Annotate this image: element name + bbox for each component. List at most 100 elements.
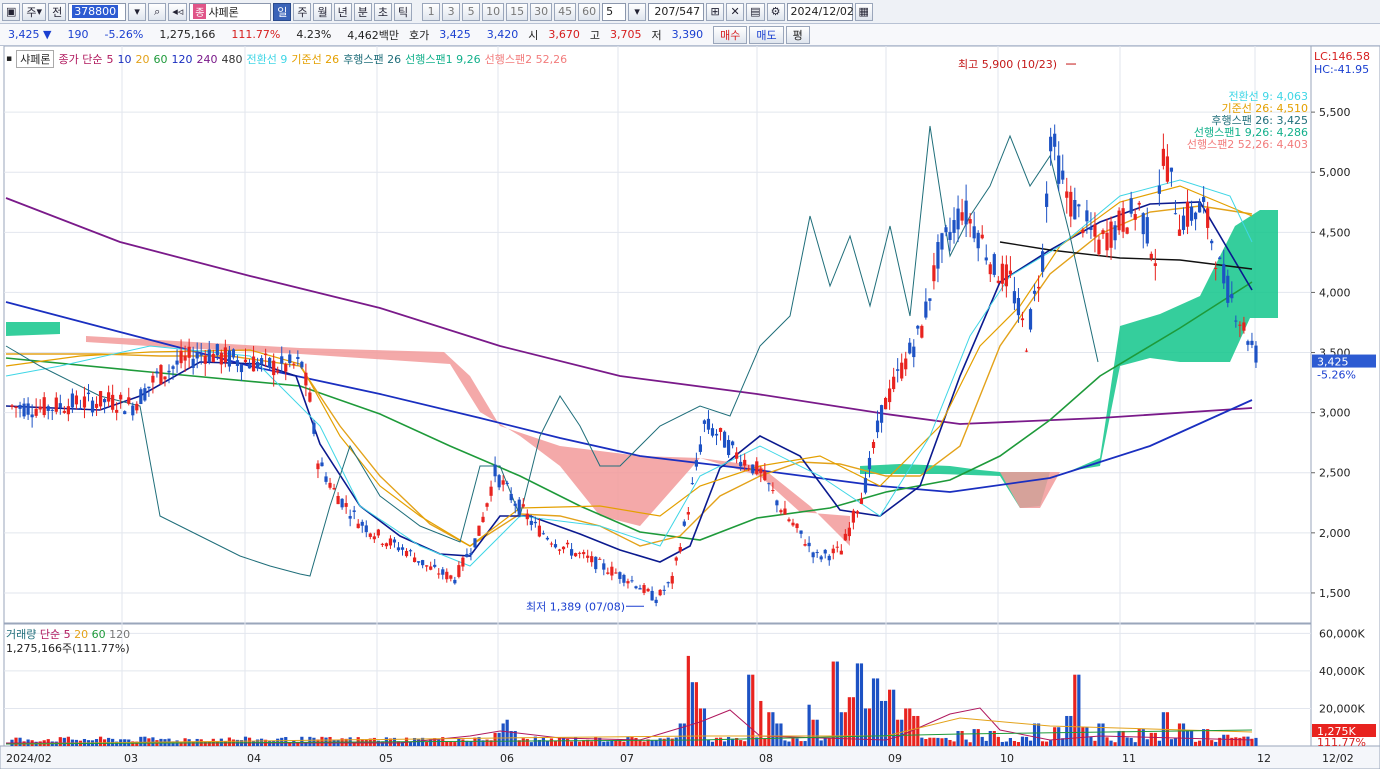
legend-senkou2[interactable]: 선행스팬2 52,26 [485,51,567,67]
volume-bar [107,737,111,746]
price-tick-label: 5,500 [1319,106,1351,119]
interval-5[interactable]: 5 [462,2,481,21]
candle-body [855,511,860,514]
candle-body [1222,263,1226,284]
volume-bar [1202,729,1206,746]
candle-body [1185,201,1190,227]
period-second[interactable]: 초 [373,2,392,21]
eval-button[interactable]: 평 [785,25,810,44]
legend-ma-label[interactable]: 종가 단순 [58,51,102,67]
cross-icon[interactable]: ✕ [726,2,745,21]
count-field[interactable]: 207/547 [648,2,705,21]
candle-body [513,503,517,506]
legend-handle-icon[interactable]: ▪ [6,54,12,64]
gear-icon[interactable]: ⚙ [766,2,785,21]
buy-button[interactable]: 매수 [713,25,748,44]
candle-body [332,488,336,490]
calendar-icon[interactable]: ▦ [854,2,873,21]
candle-body [811,552,815,558]
volume-bar [1177,723,1182,746]
candle-body [1097,239,1101,255]
interval-1[interactable]: 1 [422,2,441,21]
candle-body [62,410,66,413]
interval-10[interactable]: 10 [482,2,505,21]
candle-body [980,234,984,239]
stock-name-field[interactable]: 종 샤페론 [189,2,272,21]
candle-body [1254,345,1258,363]
legend-ma240[interactable]: 240 [196,53,217,66]
layout-icon[interactable]: ▣ [2,2,21,21]
open-price: 3,670 [548,28,580,41]
search-icon[interactable]: ⌕ [148,2,167,21]
period-tick[interactable]: 틱 [393,2,413,21]
save-icon[interactable]: ▤ [746,2,765,21]
period-day[interactable]: 일 [273,2,292,21]
volume-bar [831,661,835,746]
stock-code-input[interactable]: 378800 [68,2,127,21]
volume-bar [505,719,509,746]
volume-bar [1234,737,1238,746]
candle-body [123,411,127,415]
candle-body [175,360,179,365]
volume-bar [811,719,815,746]
volume-bar [759,700,763,746]
speaker-icon[interactable]: ◂◃ [168,2,188,21]
price-chart[interactable]: 5,5005,0004,5004,0003,5003,0002,5002,000… [0,46,1380,769]
volume-bar [1193,741,1198,746]
sell-button[interactable]: 매도 [749,25,784,44]
candle-body [698,444,703,452]
candle-body [243,359,248,363]
period-week[interactable]: 주 [293,2,312,21]
legend-ma60[interactable]: 60 [153,53,167,66]
interval-30[interactable]: 30 [530,2,553,21]
price-change-pct: -5.26% [104,28,144,41]
low-label: 저 [651,28,662,42]
candle-body [485,503,489,507]
candle-body [425,565,429,567]
candle-body [433,564,437,567]
candle-body [1089,227,1093,230]
volume-bar [823,738,827,746]
legend-ma10[interactable]: 10 [117,53,131,66]
volume-bar [1045,741,1049,746]
period-year[interactable]: 년 [333,2,352,21]
volume-bar [1028,740,1033,746]
interval-dropdown-icon[interactable]: ▾ [628,2,647,21]
kind-button[interactable]: 전 [48,2,67,21]
candle-body [1113,225,1117,241]
candle-body [936,242,940,269]
interval-45[interactable]: 45 [554,2,577,21]
legend-ma120[interactable]: 120 [171,53,192,66]
volume-bar [485,739,489,746]
volume-bar [718,737,723,746]
volume-bar [457,738,461,746]
legend-ma5[interactable]: 5 [106,53,113,66]
interval-60[interactable]: 60 [578,2,601,21]
volume-bar [706,739,711,746]
legend-senkou1[interactable]: 선행스팬1 9,26 [405,51,480,67]
volume-bar [642,741,646,746]
legend-ma20[interactable]: 20 [135,53,149,66]
legend-ma480[interactable]: 480 [221,53,242,66]
candle-body [316,463,320,470]
candle-body [594,556,598,570]
grid-icon[interactable]: ⊞ [706,2,725,21]
legend-stock-name[interactable]: 샤페론 [16,50,55,68]
volume-bar [626,736,630,746]
interval-input[interactable]: 5 [602,2,627,21]
legend-chikou[interactable]: 후행스팬 26 [343,51,401,67]
period-minute[interactable]: 분 [353,2,372,21]
legend-tenkan[interactable]: 전환선 9 [246,51,287,67]
candle-body [38,406,42,410]
volume-bar [1004,741,1008,746]
interval-3[interactable]: 3 [442,2,461,21]
market-select[interactable]: 주 ▾ [22,2,47,21]
interval-15[interactable]: 15 [506,2,529,21]
code-dropdown-icon[interactable]: ▾ [128,2,147,21]
date-input[interactable]: 2024/12/02 [786,2,854,21]
volume-bar [82,738,87,746]
candle-body [107,392,111,402]
period-month[interactable]: 월 [313,2,332,21]
candle-body [58,403,62,408]
legend-kijun[interactable]: 기준선 26 [291,51,339,67]
